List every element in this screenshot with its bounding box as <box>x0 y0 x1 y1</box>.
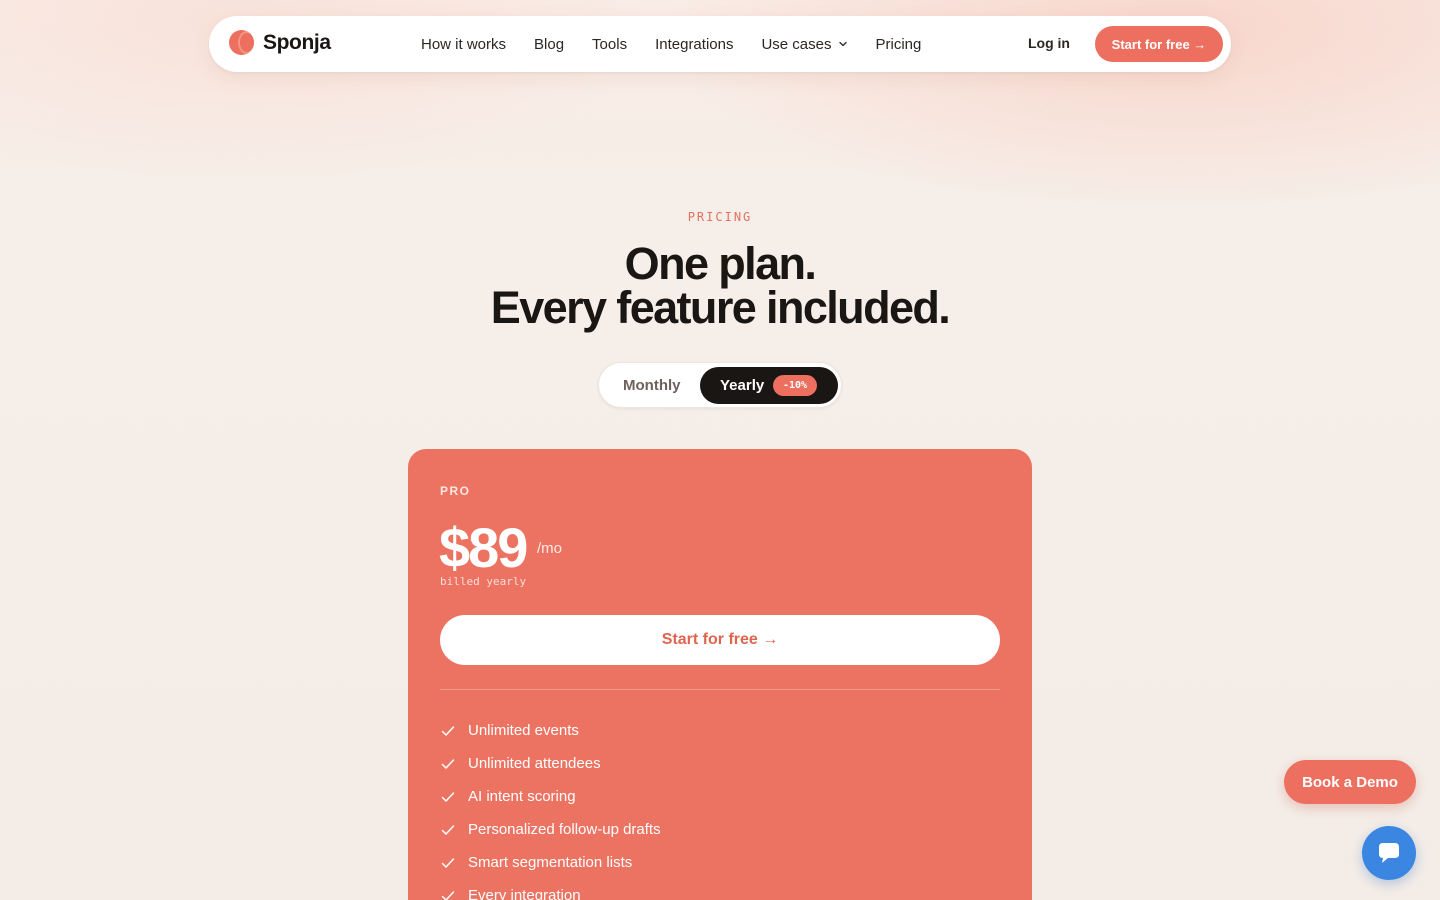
check-icon <box>441 791 455 802</box>
plan-name: PRO <box>440 484 471 498</box>
toggle-yearly-label: Yearly <box>720 377 765 394</box>
feature-item: AI intent scoring <box>440 780 661 813</box>
nav-link-how-it-works[interactable]: How it works <box>421 36 506 53</box>
feature-label: Smart segmentation lists <box>468 854 633 871</box>
page-title: One plan. Every feature included. <box>0 238 1440 333</box>
feature-list: Unlimited events Unlimited attendees AI … <box>440 714 661 900</box>
feature-item: Smart segmentation lists <box>440 846 661 879</box>
chevron-down-icon <box>838 41 847 47</box>
title-line-2: Every feature included. <box>490 282 951 333</box>
login-link[interactable]: Log in <box>1028 35 1070 51</box>
billing-period-toggle: Monthly Yearly -10% <box>598 362 842 408</box>
nav-link-tools[interactable]: Tools <box>592 36 627 53</box>
toggle-monthly[interactable]: Monthly <box>623 377 681 394</box>
top-navbar: Sponja How it works Blog Tools Integrati… <box>209 16 1231 72</box>
brand-name: Sponja <box>263 30 331 54</box>
chat-bubble-icon <box>1379 843 1399 863</box>
feature-item: Unlimited attendees <box>440 747 661 780</box>
billing-note: billed yearly <box>440 575 527 588</box>
plan-price: $89 <box>439 516 528 579</box>
check-icon <box>441 725 455 736</box>
book-demo-button[interactable]: Book a Demo <box>1284 760 1416 804</box>
nav-links: How it works Blog Tools Integrations Use… <box>421 16 949 72</box>
nav-link-use-cases[interactable]: Use cases <box>761 36 847 53</box>
feature-item: Every integration <box>440 879 661 900</box>
feature-label: AI intent scoring <box>468 788 576 805</box>
chat-launcher-button[interactable] <box>1362 826 1416 880</box>
check-icon <box>441 857 455 868</box>
feature-label: Unlimited attendees <box>468 755 601 772</box>
nav-link-integrations[interactable]: Integrations <box>655 36 733 53</box>
feature-label: Unlimited events <box>468 722 579 739</box>
pricing-eyebrow: PRICING <box>687 210 753 224</box>
nav-link-blog[interactable]: Blog <box>534 36 564 53</box>
start-free-nav-button[interactable]: Start for free → <box>1095 26 1223 62</box>
price-period: /mo <box>537 540 563 557</box>
feature-label: Every integration <box>468 887 581 900</box>
title-line-1: One plan. <box>624 238 817 289</box>
check-icon <box>441 890 455 900</box>
check-icon <box>441 824 455 835</box>
feature-item: Unlimited events <box>440 714 661 747</box>
toggle-yearly[interactable]: Yearly -10% <box>700 367 838 404</box>
card-divider <box>440 689 1000 690</box>
pro-plan-card: PRO $89 /mo billed yearly Start for free… <box>408 449 1032 900</box>
start-free-card-button[interactable]: Start for free → <box>440 615 1000 665</box>
feature-item: Personalized follow-up drafts <box>440 813 661 846</box>
discount-badge: -10% <box>773 375 817 396</box>
nav-link-pricing[interactable]: Pricing <box>876 36 922 53</box>
logo-mark-icon <box>229 30 254 55</box>
brand-logo[interactable]: Sponja <box>229 30 331 55</box>
feature-label: Personalized follow-up drafts <box>468 821 661 838</box>
check-icon <box>441 758 455 769</box>
nav-link-use-cases-label: Use cases <box>761 35 832 53</box>
